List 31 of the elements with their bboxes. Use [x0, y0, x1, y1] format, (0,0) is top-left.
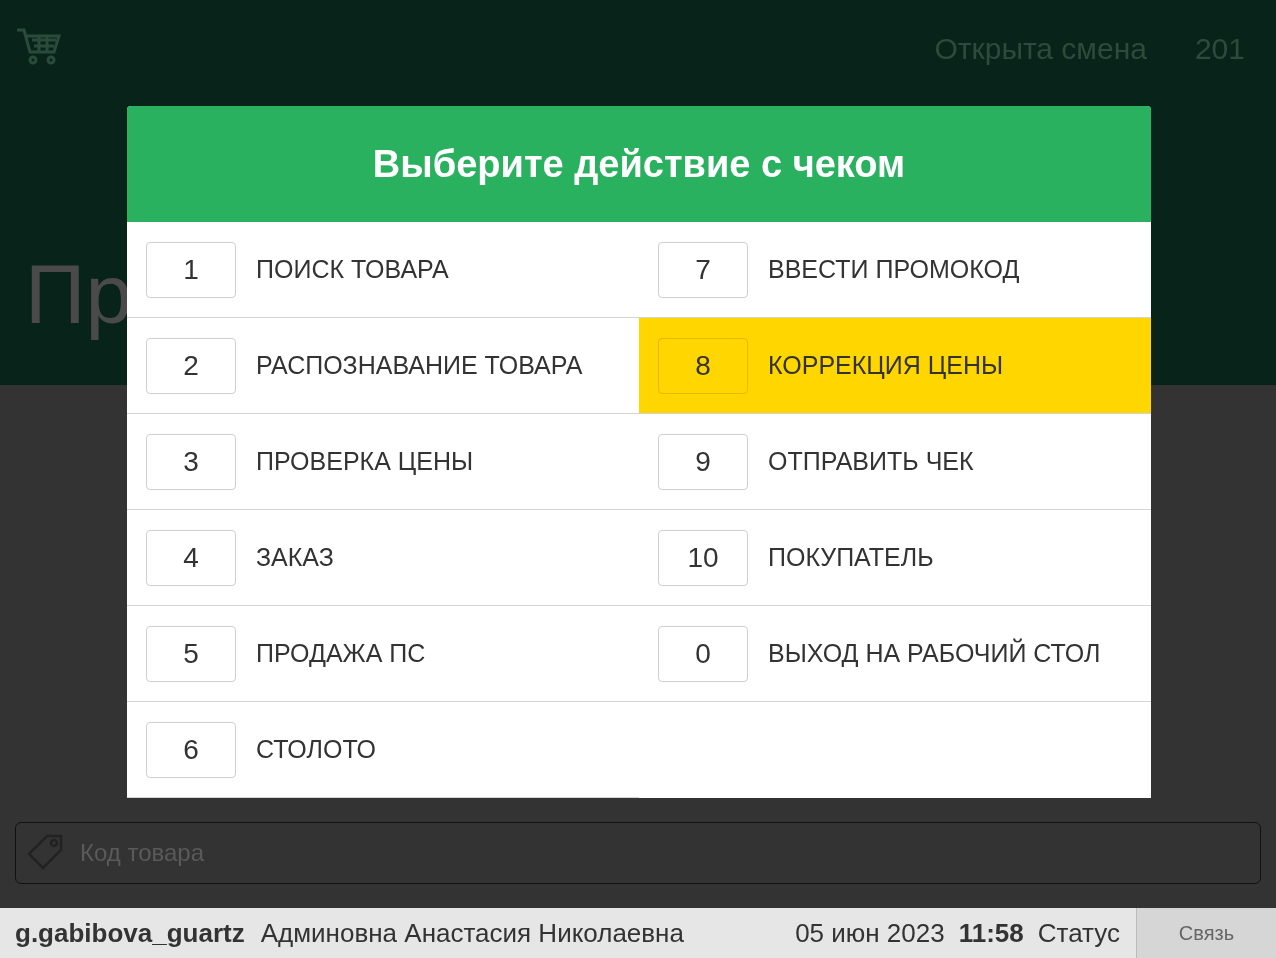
shortcut-key: 0	[658, 625, 748, 682]
status-label: Статус	[1036, 916, 1121, 950]
menu-item-label: ПОКУПАТЕЛЬ	[768, 541, 934, 573]
menu-item-label: ПОИСК ТОВАРА	[256, 253, 449, 285]
menu-item[interactable]: 8 КОРРЕКЦИЯ ЦЕНЫ	[639, 318, 1151, 414]
shortcut-key: 10	[658, 529, 748, 586]
cart-icon[interactable]	[15, 26, 63, 66]
menu-item-label: ПРОВЕРКА ЦЕНЫ	[256, 445, 474, 477]
menu-item-label: ВВЕСТИ ПРОМОКОД	[768, 253, 1020, 285]
menu-item-label: СТОЛОТО	[256, 733, 376, 765]
menu-item-label: РАСПОЗНАВАНИЕ ТОВАРА	[256, 349, 583, 381]
login: g.gabibova_guartz	[14, 916, 245, 950]
time: 11:58	[957, 916, 1024, 950]
shortcut-key: 7	[658, 241, 748, 298]
menu-item-label: ПРОДАЖА ПС	[256, 637, 426, 669]
shortcut-key: 2	[146, 337, 236, 394]
shortcut-key: 9	[658, 433, 748, 490]
shortcut-key: 4	[146, 529, 236, 586]
shortcut-key: 3	[146, 433, 236, 490]
shortcut-key: 5	[146, 625, 236, 682]
shortcut-key: 6	[146, 721, 236, 778]
shortcut-key: 1	[146, 241, 236, 298]
menu-item-label: КОРРЕКЦИЯ ЦЕНЫ	[768, 349, 1004, 381]
shortcut-key: 8	[658, 337, 748, 394]
menu-item-label: ЗАКАЗ	[256, 541, 334, 573]
menu-item-label: ОТПРАВИТЬ ЧЕК	[768, 445, 974, 477]
date: 05 июн 2023	[795, 916, 945, 950]
connection-button[interactable]: Связь	[1136, 908, 1276, 958]
menu-item-label: ВЫХОД НА РАБОЧИЙ СТОЛ	[768, 637, 1101, 669]
user-name: Админовна Анастасия Николаевна	[259, 916, 684, 950]
dialog-title: Выберите действие с чеком	[372, 141, 906, 187]
